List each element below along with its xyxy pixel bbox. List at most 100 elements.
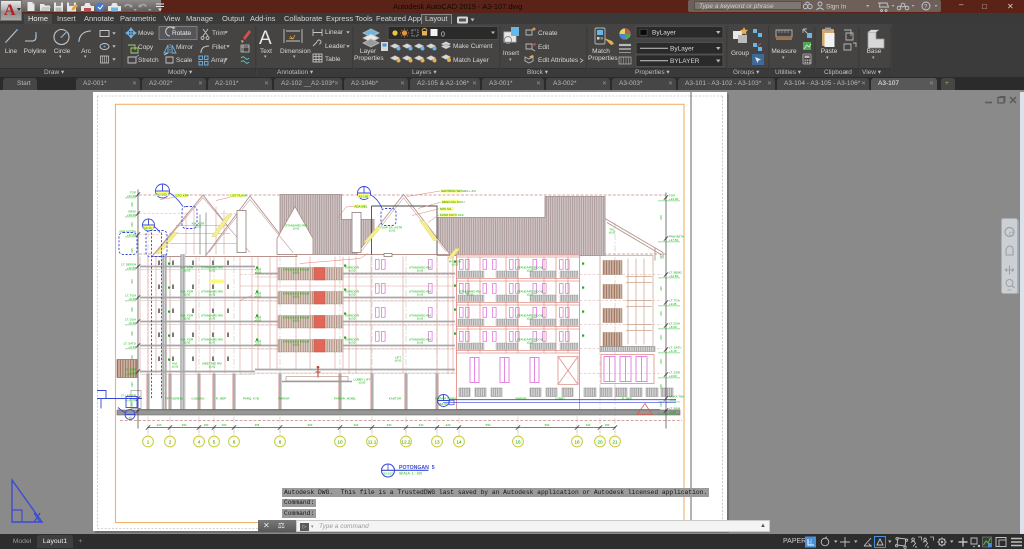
svg-text:±0.00: ±0.00 [417,292,424,296]
svg-text:290: 290 [182,423,187,427]
svg-text:±0.00: ±0.00 [195,224,202,228]
svg-text:TPT KERING: TPT KERING [165,396,184,400]
svg-text:315: 315 [659,334,663,339]
svg-text:A2-105: A2-105 [157,192,167,196]
svg-text:±0.00: ±0.00 [255,270,262,274]
svg-text:2: 2 [169,439,172,444]
svg-text:220: 220 [446,423,451,427]
svg-text:10: 10 [337,439,343,444]
svg-text:-2.80: -2.80 [669,409,676,413]
svg-text:200: 200 [222,423,227,427]
svg-text:±0.00: ±0.00 [293,318,300,322]
svg-text:5: 5 [213,439,216,444]
svg-text:315: 315 [130,221,134,226]
svg-text:+19.40: +19.40 [127,212,137,216]
svg-text:+9.45: +9.45 [128,296,136,300]
svg-text:315: 315 [130,330,134,335]
svg-text:+9.45: +9.45 [669,301,677,305]
svg-text:315: 315 [130,401,134,406]
svg-text:±0.00: ±0.00 [527,292,534,296]
svg-text:8: 8 [279,439,282,444]
svg-text:±0.00: ±0.00 [467,292,474,296]
svg-text:SKALA 1 : 100: SKALA 1 : 100 [399,471,422,475]
svg-text:±0.00: ±0.00 [293,226,300,230]
svg-text:ADA MEL: ADA MEL [354,204,367,208]
svg-text:13: 13 [434,439,440,444]
svg-text:11.1: 11.1 [368,439,377,444]
svg-text:NOK ML: NOK ML [440,206,452,210]
svg-text:RENG DG KAYU: RENG DG KAYU [442,199,465,203]
svg-text:±0.00: ±0.00 [184,316,191,320]
svg-text:±0.00: ±0.00 [209,292,216,296]
svg-text:320: 320 [354,423,359,427]
svg-text:PARKIR: PARKIR [516,396,528,400]
svg-text:+3.15: +3.15 [669,348,677,352]
svg-text:315: 315 [659,310,663,315]
svg-text:150: 150 [204,423,209,427]
svg-text:315: 315 [130,381,134,386]
svg-text:±0.00: ±0.00 [359,380,366,384]
svg-text:±0.00: ±0.00 [293,270,300,274]
svg-text:R. MEP: R. MEP [216,396,226,400]
svg-text:GUDANG: GUDANG [191,396,205,400]
svg-text:+21.00: +21.00 [669,196,679,200]
svg-text:16: 16 [515,439,521,444]
svg-text:+3.15: +3.15 [128,344,136,348]
svg-text:150: 150 [605,423,610,427]
svg-text:20: 20 [597,439,603,444]
svg-text:310: 310 [419,423,424,427]
svg-text:±0.00: ±0.00 [527,316,534,320]
svg-text:315: 315 [130,278,134,283]
svg-text:220: 220 [157,423,162,427]
svg-text:±0.00: ±0.00 [255,294,262,298]
svg-text:LOBBY: LOBBY [555,396,565,400]
svg-text:GTG KRP: GTG KRP [175,193,189,197]
svg-text:590: 590 [545,423,550,427]
svg-text:±0.00: ±0.00 [349,292,356,296]
svg-text:±0.00: ±0.00 [172,364,179,368]
svg-text:315: 315 [130,247,134,252]
svg-text:+12.60: +12.60 [669,273,679,277]
svg-text:+17.50: +17.50 [669,237,679,241]
svg-text:600: 600 [308,423,313,427]
svg-text:±0.00: ±0.00 [349,268,356,272]
svg-text:590: 590 [486,423,491,427]
svg-text:315: 315 [659,285,663,290]
svg-text:PARKIR MOBIL: PARKIR MOBIL [435,396,456,400]
svg-text:455: 455 [255,423,260,427]
svg-text:±0.00: ±0.00 [417,268,424,272]
svg-text:±0.00: ±0.00 [452,262,459,266]
svg-text:315: 315 [659,383,663,388]
svg-text:LIST PLANK: LIST PLANK [230,193,247,197]
svg-text:PARQ. KYB: PARQ. KYB [243,396,259,400]
svg-text:PARKIR: PARKIR [279,396,291,400]
svg-text:±0.00: ±0.00 [209,364,216,368]
svg-text:14: 14 [456,439,462,444]
svg-text:±0.00: ±0.00 [609,230,616,234]
svg-text:+0.00: +0.00 [128,370,136,374]
svg-text:+0.00: +0.00 [669,373,677,377]
svg-text:±0.00: ±0.00 [255,342,262,346]
svg-text:±0.00: ±0.00 [209,340,216,344]
svg-text:±0.00: ±0.00 [184,340,191,344]
svg-text:±0.00: ±0.00 [255,318,262,322]
svg-text:KANTOR: KANTOR [389,396,402,400]
svg-text:315: 315 [130,354,134,359]
svg-text:21: 21 [612,439,618,444]
svg-text:Sign In: Sign In [826,4,847,11]
svg-text:±0.00: ±0.00 [395,358,402,362]
svg-text:±0.00: ±0.00 [527,340,534,344]
svg-text:±0.00: ±0.00 [389,228,396,232]
svg-text:+12.60: +12.60 [127,265,137,269]
svg-text:230: 230 [586,423,591,427]
svg-text:PARKIR. MOBIL: PARKIR. MOBIL [334,396,356,400]
svg-text:±0.00: ±0.00 [349,340,356,344]
svg-text:12.2: 12.2 [402,439,411,444]
svg-text:±0.00: ±0.00 [527,268,534,272]
svg-text:POTONGAN 5: POTONGAN 5 [399,464,435,470]
svg-text:±0.00: ±0.00 [417,340,424,344]
svg-text:A2-10: A2-10 [144,226,152,230]
svg-text:±0.00: ±0.00 [209,268,216,272]
svg-text:±0.00: ±0.00 [293,342,300,346]
svg-text:6: 6 [233,439,236,444]
